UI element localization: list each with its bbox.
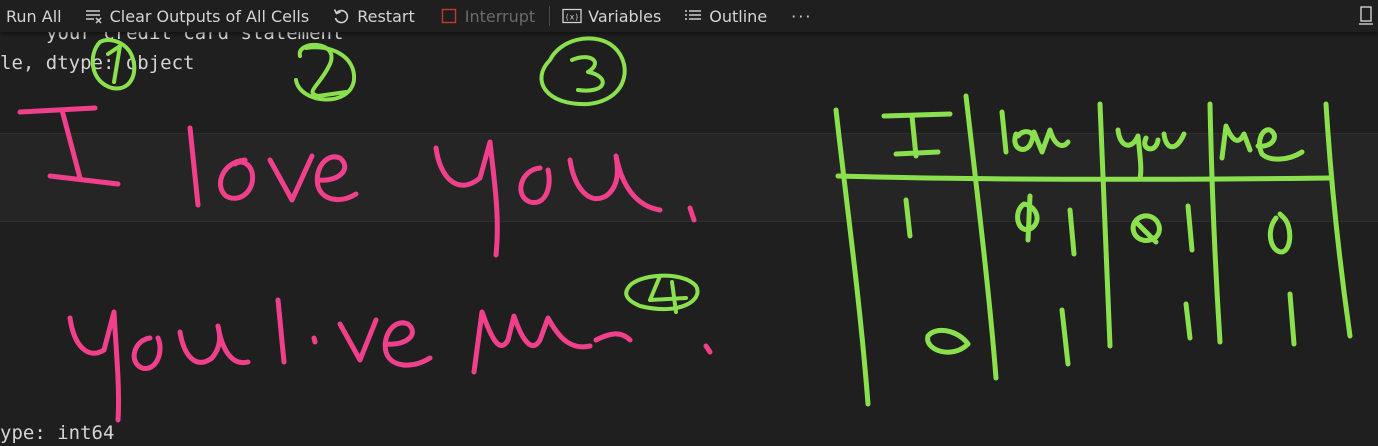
interrupt-button[interactable]: Interrupt <box>439 0 535 32</box>
output-dtype-object: le, dtype: object <box>0 52 195 74</box>
more-label: ··· <box>791 6 813 26</box>
variables-button[interactable]: (x) Variables <box>562 0 661 32</box>
outline-label: Outline <box>709 6 768 26</box>
more-actions-button[interactable]: ··· <box>791 0 812 32</box>
notebook-toolbar: Run All Clear Outputs of All Cells Resta… <box>0 0 1378 32</box>
pink-handwriting-you-love-me <box>67 297 713 423</box>
output-dtype-int64: ype: int64 <box>0 422 115 444</box>
restart-button[interactable]: Restart <box>331 0 415 32</box>
restart-icon <box>331 6 351 26</box>
toolbar-divider <box>549 6 551 26</box>
clear-outputs-button[interactable]: Clear Outputs of All Cells <box>84 0 310 32</box>
outline-button[interactable]: Outline <box>683 0 767 32</box>
variables-icon: (x) <box>562 6 582 26</box>
outline-icon <box>683 6 703 26</box>
notebook-window: Run All Clear Outputs of All Cells Resta… <box>0 0 1378 446</box>
run-all-button[interactable]: Run All <box>6 0 62 32</box>
clear-outputs-icon <box>84 6 104 26</box>
handwriting-annotation-layer <box>17 36 1353 423</box>
interrupt-icon <box>439 6 459 26</box>
interrupt-label: Interrupt <box>464 6 536 26</box>
clear-outputs-label: Clear Outputs of All Cells <box>109 6 310 26</box>
restart-label: Restart <box>357 6 415 26</box>
svg-text:(x): (x) <box>565 13 579 22</box>
run-all-label: Run All <box>6 6 62 26</box>
code-cell-band <box>0 133 1378 222</box>
panel-icon[interactable] <box>1358 6 1374 26</box>
variables-label: Variables <box>588 6 662 26</box>
